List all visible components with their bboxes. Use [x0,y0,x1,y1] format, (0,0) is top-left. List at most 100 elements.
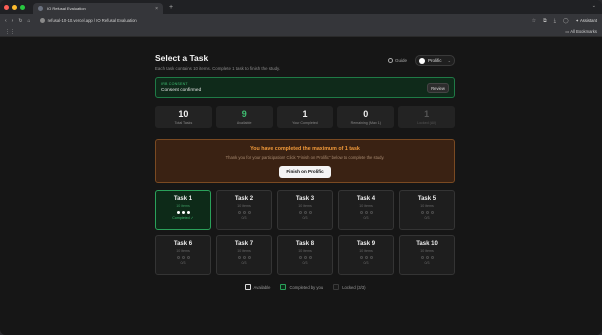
task-items: 10 items [359,204,373,208]
platform-select[interactable]: Prolific ⌄ [415,55,455,66]
task-card-8[interactable]: Task 8 10 items 0/3 [277,235,333,275]
downloads-icon[interactable]: ⤓ [554,18,556,24]
task-grid: Task 1 10 items Completed ✓ Task 2 10 it… [155,190,455,275]
bookmarks-bar: ⋮⋮ ▭ All Bookmarks [0,27,602,37]
minimize-window-icon[interactable] [12,4,17,10]
stat-your-completed: 1 Your Completed [276,106,334,128]
task-items: 10 items [176,204,190,208]
task-progress-dots [400,256,454,259]
extensions-icon[interactable]: ⧉ [543,18,547,24]
task-card-1[interactable]: Task 1 10 items Completed ✓ [155,190,211,230]
site-info-icon[interactable] [39,18,45,23]
new-tab-icon[interactable]: + [169,4,173,11]
legend-completed: Completed by you [280,284,323,290]
task-progress-dots [339,256,393,259]
browser-window: IO Refusal Evaluation × + ⌄ ‹ › ↻ ⌂ refu… [0,0,602,335]
guide-button[interactable]: Guide [387,58,407,63]
header-actions: Guide Prolific ⌄ [387,55,455,66]
chevron-down-icon: ⌄ [447,58,451,63]
review-consent-button[interactable]: Review [427,83,449,93]
favicon-icon [38,6,43,11]
task-card-6[interactable]: Task 6 10 items 0/3 [155,235,211,275]
finish-on-prolific-button[interactable]: Finish on Prolific [279,166,331,178]
window-controls [4,4,25,10]
stat-available: 9 Available [215,106,273,128]
task-card-10[interactable]: Task 10 10 items 0/3 [399,235,455,275]
assistant-label: Assistant [580,18,597,23]
task-items: 10 items [176,249,190,253]
forward-icon[interactable]: › [12,18,14,24]
task-card-5[interactable]: Task 5 10 items 0/3 [399,190,455,230]
maximize-window-icon[interactable] [20,4,25,10]
task-items: 10 items [298,204,312,208]
stat-caption: Total Tasks [174,121,193,125]
task-title: Task 2 [234,196,254,202]
platform-label: Prolific [428,58,442,63]
task-title: Task 1 [173,196,193,202]
stat-caption: Available [236,121,252,125]
stat-total-tasks: 10 Total Tasks [155,106,212,128]
task-card-3[interactable]: Task 3 10 items 0/3 [277,190,333,230]
task-items: 10 items [359,249,373,253]
stat-value: 1 [424,109,430,119]
assistant-button[interactable]: ✦ Assistant [576,18,597,23]
task-items: 10 items [298,249,312,253]
page-header: Select a Task Each task contains 10 item… [155,53,455,71]
task-items: 10 items [420,249,434,253]
task-card-2[interactable]: Task 2 10 items 0/3 [216,190,272,230]
task-card-9[interactable]: Task 9 10 items 0/3 [338,235,394,275]
stat-caption: Remaining (Max 1) [350,121,381,125]
browser-toolbar: ‹ › ↻ ⌂ refusal-10-10.vercel.app / IO Re… [0,14,602,27]
task-title: Task 6 [173,241,193,247]
legend-available: Available [244,284,271,290]
legend-label: Completed by you [289,284,324,290]
legend-swatch-icon [333,284,340,290]
legend-label: Available [253,284,271,290]
help-circle-icon [387,58,393,63]
completion-banner: You have completed the maximum of 1 task… [155,139,455,183]
profile-icon[interactable]: ◯ [563,18,569,24]
task-progress-dots [400,211,454,214]
browser-tab[interactable]: IO Refusal Evaluation × [33,3,163,14]
task-items: 10 items [237,204,251,208]
window-menu: ⌄ [592,3,596,9]
task-status: 0/3 [424,216,430,220]
task-progress-dots [156,256,210,259]
reload-icon[interactable]: ↻ [18,18,22,24]
close-window-icon[interactable] [4,4,9,10]
legend-label: Locked (3/3) [342,284,366,290]
all-bookmarks-button[interactable]: ▭ All Bookmarks [565,29,597,34]
task-items: 10 items [420,204,434,208]
page-subtitle: Each task contains 10 items. Complete 1 … [155,66,281,71]
back-icon[interactable]: ‹ [5,18,7,24]
stat-value: 1 [302,109,308,119]
url-text: refusal-10-10.vercel.app / IO Refusal Ev… [47,18,137,23]
tab-close-icon[interactable]: × [155,6,158,12]
task-status: 0/3 [241,261,247,265]
task-progress-dots [339,211,393,214]
guide-label: Guide [394,58,407,63]
address-bar[interactable]: refusal-10-10.vercel.app / IO Refusal Ev… [39,18,137,23]
task-card-4[interactable]: Task 4 10 items 0/3 [338,190,394,230]
task-status: 0/3 [180,261,186,265]
task-status: 0/3 [241,216,247,220]
all-bookmarks-label: All Bookmarks [570,29,597,34]
chevron-down-icon[interactable]: ⌄ [592,3,596,9]
stat-remaining: 0 Remaining (Max 1) [337,106,395,128]
task-items: 10 items [237,249,251,253]
toolbar-actions: ☆ ⧉ ⤓ ◯ ✦ Assistant [532,18,597,24]
bookmark-star-icon[interactable]: ☆ [532,18,536,24]
task-progress-dots [278,256,332,259]
task-progress-dots [278,211,332,214]
task-title: Task 4 [356,196,376,202]
consent-panel: IRB CONSENT Consent confirmed Review [155,77,455,98]
tab-title: IO Refusal Evaluation [47,6,86,11]
task-status: 0/3 [363,261,369,265]
stats-row: 10 Total Tasks 9 Available 1 Your Comple… [155,106,455,128]
apps-grid-icon[interactable]: ⋮⋮ [5,29,15,35]
banner-title: You have completed the maximum of 1 task [250,146,360,152]
stat-value: 9 [241,109,247,119]
task-card-7[interactable]: Task 7 10 items 0/3 [216,235,272,275]
home-icon[interactable]: ⌂ [28,18,31,24]
task-status: 0/3 [363,216,369,220]
